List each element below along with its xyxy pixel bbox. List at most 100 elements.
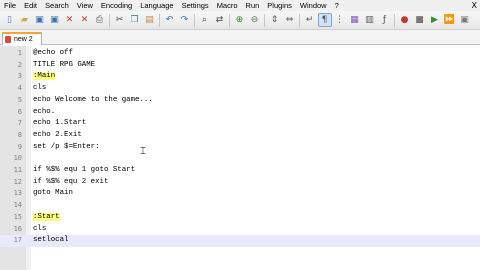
toolbar-separator [299, 13, 300, 27]
toolbar-separator [159, 13, 160, 27]
code-line[interactable]: 17 setlocal [0, 235, 480, 247]
code-line[interactable]: 16 cls [0, 224, 480, 236]
line-number: 2 [17, 60, 22, 69]
menu-language[interactable]: Language [136, 0, 177, 11]
function-list-icon[interactable]: ƒ [379, 14, 391, 26]
toolbar-separator [194, 13, 195, 27]
menu-file[interactable]: File [0, 0, 20, 11]
copy-icon[interactable]: ❐ [129, 14, 141, 26]
code-line[interactable]: 12 if %$% equ 2 exit [0, 177, 480, 189]
menu-encoding[interactable]: Encoding [97, 0, 136, 11]
line-number: 16 [13, 224, 22, 233]
menu-view[interactable]: View [73, 0, 97, 11]
find-icon[interactable]: ⌕ [199, 14, 211, 26]
run-macro-multiple-icon[interactable]: ⏩ [444, 14, 456, 26]
code-text: :Start [33, 212, 60, 221]
menu-edit[interactable]: Edit [20, 0, 41, 11]
code-line[interactable]: 1 @echo off [0, 48, 480, 60]
save-icon[interactable]: ▣ [34, 14, 46, 26]
code-text: cls [33, 224, 47, 233]
tab-label: new 2 [14, 36, 33, 43]
close-all-icon[interactable]: ✕ [79, 14, 91, 26]
code-line[interactable]: 13 goto Main [0, 188, 480, 200]
menu-settings[interactable]: Settings [178, 0, 213, 11]
close-icon[interactable]: ✕ [64, 14, 76, 26]
code-line[interactable]: 6 echo. [0, 107, 480, 119]
code-line[interactable]: 8 echo 2.Exit [0, 130, 480, 142]
show-all-chars-icon[interactable]: ¶ [317, 13, 332, 27]
line-number: 11 [13, 166, 22, 174]
undo-icon[interactable]: ↶ [164, 14, 176, 26]
toolbar-separator [109, 13, 110, 27]
user-defined-language-icon[interactable]: ▦ [349, 14, 361, 26]
playback-icon[interactable]: ▶ [429, 14, 441, 26]
menu-bar: File Edit Search View Encoding Language Settin… [0, 0, 480, 11]
code-line[interactable]: 4 cls [0, 83, 480, 95]
save-macro-icon[interactable]: ▣ [459, 14, 471, 26]
zoom-out-icon[interactable]: ⊖ [249, 14, 261, 26]
record-macro-icon[interactable]: ● [399, 14, 411, 26]
line-number: 9 [17, 142, 22, 151]
menu-search[interactable]: Search [41, 0, 73, 11]
open-file-icon[interactable]: ▰ [19, 14, 31, 26]
print-icon[interactable]: ⎙ [94, 14, 106, 26]
text-cursor-icon: ⌶ [140, 146, 146, 157]
redo-icon[interactable]: ↷ [179, 14, 191, 26]
line-number: 6 [17, 107, 22, 116]
code-text: echo Welcome to the game... [33, 95, 153, 104]
code-line[interactable]: 5 echo Welcome to the game... [0, 95, 480, 107]
line-number: 3 [17, 72, 22, 81]
line-number: 12 [13, 177, 22, 186]
line-number: 10 [13, 154, 22, 163]
toolbar-separator [394, 13, 395, 27]
sync-vertical-icon[interactable]: ⇕ [269, 14, 281, 26]
code-text: setlocal [33, 236, 69, 245]
replace-icon[interactable]: ⇄ [214, 14, 226, 26]
toolbar: ▯ ▰ ▣ ▣ ✕ ✕ ⎙ ✂ ❐ ▤ ↶ ↷ ⌕ ⇄ ⊕ ⊖ ⇕ ⇔ ↵ ¶ ⋮ ▦ ▥ ƒ ● ■ ▶ ⏩ ▣ [0, 11, 480, 30]
paste-icon[interactable]: ▤ [144, 14, 156, 26]
menu-macro[interactable]: Macro [213, 0, 242, 11]
menu-run[interactable]: Run [242, 0, 264, 11]
code-line[interactable]: 14 [0, 200, 480, 212]
line-number: 8 [17, 130, 22, 139]
code-text: set /p $=Enter: [33, 142, 100, 151]
stop-record-icon[interactable]: ■ [414, 14, 426, 26]
tab-bar: new 2 [0, 30, 480, 45]
line-number: 13 [13, 189, 22, 198]
line-number: 15 [13, 212, 22, 221]
indent-guide-icon[interactable]: ⋮ [334, 14, 346, 26]
code-line[interactable]: 15 :Start [0, 212, 480, 224]
code-line[interactable]: 2 TITLE RPG GAME [0, 60, 480, 72]
code-line[interactable]: 9 set /p $=Enter: [0, 142, 480, 154]
new-file-icon[interactable]: ▯ [4, 14, 16, 26]
line-number: 17 [13, 236, 22, 245]
code-text: echo 2.Exit [33, 130, 82, 139]
code-line[interactable]: 11 if %$% equ 1 goto Start [0, 165, 480, 177]
code-text: @echo off [33, 49, 73, 57]
close-icon[interactable]: X [472, 0, 477, 11]
document-map-icon[interactable]: ▥ [364, 14, 376, 26]
code-line[interactable]: 3 :Main [0, 71, 480, 83]
line-number: 7 [17, 119, 22, 128]
code-text: echo 1.Start [33, 119, 87, 128]
cut-icon[interactable]: ✂ [114, 14, 126, 26]
sync-horizontal-icon[interactable]: ⇔ [284, 14, 296, 26]
code-text: goto Main [33, 189, 73, 198]
line-number: 4 [17, 84, 22, 93]
line-number: 1 [17, 49, 22, 57]
code-line[interactable]: 10 [0, 153, 480, 165]
zoom-in-icon[interactable]: ⊕ [234, 14, 246, 26]
menu-window[interactable]: Window [296, 0, 331, 11]
toolbar-separator [264, 13, 265, 27]
menu-plugins[interactable]: Plugins [263, 0, 296, 11]
tab-new-2[interactable]: new 2 [2, 32, 42, 45]
save-all-icon[interactable]: ▣ [49, 14, 61, 26]
editor[interactable]: 1 @echo off 2 TITLE RPG GAME 3:Main 4 cls 5 echo… [0, 46, 480, 270]
code-line[interactable]: 7 echo 1.Start [0, 118, 480, 130]
line-number: 5 [17, 95, 22, 104]
code-text: if %$% equ 1 goto Start [33, 166, 136, 174]
menu-help[interactable]: ? [331, 0, 343, 11]
word-wrap-icon[interactable]: ↵ [304, 14, 316, 26]
code-text: :Main [33, 72, 56, 81]
code-text: echo. [33, 107, 56, 116]
